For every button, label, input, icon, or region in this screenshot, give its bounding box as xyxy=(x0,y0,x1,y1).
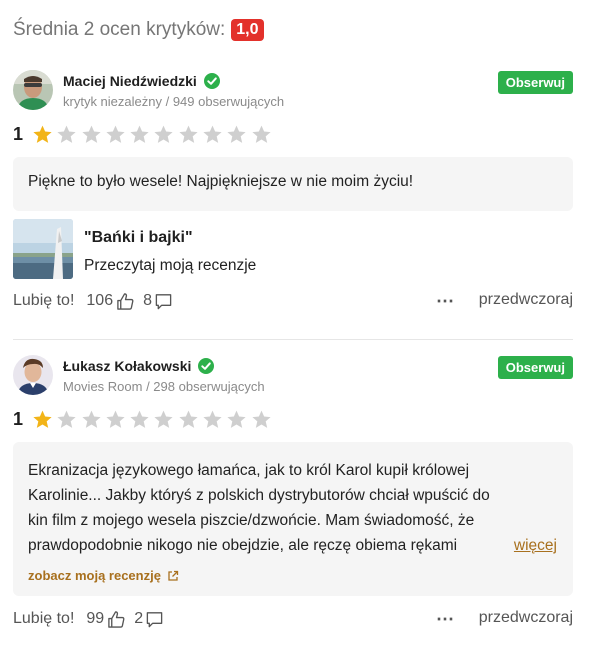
author-name[interactable]: Łukasz Kołakowski xyxy=(63,358,215,374)
star-empty-icon xyxy=(252,410,271,428)
critics-average-label: Średnia 2 ocen krytyków: xyxy=(13,19,226,40)
comment-icon[interactable] xyxy=(145,610,164,629)
star-empty-icon xyxy=(154,410,174,428)
review-footer: Lubię to! 99 2 ⋯ przedwczoraj xyxy=(13,606,573,632)
follow-button[interactable]: Obserwuj xyxy=(497,71,573,94)
rating-value: 1 xyxy=(13,408,24,429)
review-excerpt-line: Ekranizacja językowego łamańca, jak to k… xyxy=(28,462,470,479)
author-row: Łukasz Kołakowski Movies Room / 298 obse… xyxy=(13,355,573,399)
star-empty-icon xyxy=(130,125,149,143)
star-empty-icon xyxy=(252,125,271,143)
rating-row: 1 xyxy=(13,406,573,432)
verified-badge-icon xyxy=(203,73,220,89)
like-button[interactable]: Lubię to! xyxy=(13,610,74,628)
author-name[interactable]: Maciej Niedźwiedzki xyxy=(63,73,220,89)
star-empty-icon xyxy=(57,125,76,143)
comments-count: 8 xyxy=(143,292,152,309)
more-options-icon[interactable]: ⋯ xyxy=(436,609,455,630)
star-empty-icon xyxy=(227,125,246,143)
likes-count: 106 xyxy=(86,292,114,309)
star-filled-icon xyxy=(33,125,52,143)
review-excerpt-line: kin film z mojego wesela piszcie/dzwońci… xyxy=(28,512,475,529)
rating-row: 1 xyxy=(13,121,573,147)
review-excerpt-line: Karolinie... Jakby któryś z polskich dys… xyxy=(28,487,490,504)
external-link-icon xyxy=(168,570,179,581)
see-my-review-link[interactable]: zobacz moją recenzję xyxy=(28,563,558,588)
author-meta: krytyk niezależny / 949 obserwujących xyxy=(63,94,285,109)
star-empty-icon xyxy=(130,410,149,428)
avatar[interactable] xyxy=(13,355,53,395)
star-empty-icon xyxy=(106,410,125,428)
more-options-icon[interactable]: ⋯ xyxy=(436,291,455,312)
comments-count: 2 xyxy=(134,610,144,627)
read-more-link[interactable]: więcej xyxy=(489,533,557,558)
linked-review-card[interactable]: "Bańki i bajki" Przeczytaj moją recenzje xyxy=(13,219,573,281)
thumbs-up-icon[interactable] xyxy=(107,610,126,629)
star-empty-icon xyxy=(154,125,174,143)
star-filled-icon xyxy=(33,410,52,428)
critic-review: Łukasz Kołakowski Movies Room / 298 obse… xyxy=(13,355,573,632)
star-empty-icon xyxy=(106,125,125,143)
star-empty-icon xyxy=(203,410,222,428)
review-excerpt-line: prawdopodobnie nikogo nie obejdzie, ale … xyxy=(28,537,458,554)
author-meta: Movies Room / 298 obserwujących xyxy=(63,379,265,394)
comment-icon[interactable] xyxy=(154,292,173,311)
review-divider xyxy=(13,339,573,340)
star-empty-icon xyxy=(179,125,198,143)
rating-stars xyxy=(32,409,275,430)
star-empty-icon xyxy=(57,410,76,428)
comments[interactable]: 8 xyxy=(143,292,173,311)
critics-average-header: Średnia 2 ocen krytyków: 1,0 xyxy=(13,17,264,43)
critic-review: Maciej Niedźwiedzki krytyk niezależny / … xyxy=(13,70,573,314)
follow-button[interactable]: Obserwuj xyxy=(497,356,573,379)
review-date: przedwczoraj xyxy=(478,291,573,308)
avatar[interactable] xyxy=(13,70,53,110)
star-empty-icon xyxy=(81,410,101,428)
like-button[interactable]: Lubię to! xyxy=(13,292,74,310)
author-row: Maciej Niedźwiedzki krytyk niezależny / … xyxy=(13,70,573,114)
rating-stars xyxy=(32,124,275,145)
review-footer: Lubię to! 106 8 ⋯ przedwczoraj xyxy=(13,288,573,314)
verified-badge-icon xyxy=(198,358,215,374)
linked-review-text: "Bańki i bajki" Przeczytaj moją recenzje xyxy=(84,219,256,281)
review-thumbnail[interactable] xyxy=(13,219,73,279)
review-quote: Piękne to było wesele! Najpiękniejsze w … xyxy=(13,157,573,211)
comments[interactable]: 2 xyxy=(134,610,164,629)
star-empty-icon xyxy=(81,125,101,143)
likes-count: 99 xyxy=(86,610,105,627)
review-excerpt: Ekranizacja językowego łamańca, jak to k… xyxy=(28,458,558,558)
review-date: przedwczoraj xyxy=(478,609,573,626)
star-empty-icon xyxy=(179,410,198,428)
review-quote-text: Piękne to było wesele! Najpiękniejsze w … xyxy=(28,173,414,190)
thumbs-up-icon[interactable] xyxy=(116,292,135,311)
star-empty-icon xyxy=(203,125,222,143)
review-quote: Ekranizacja językowego łamańca, jak to k… xyxy=(13,442,573,596)
average-score-badge: 1,0 xyxy=(231,19,264,41)
linked-review-title[interactable]: "Bańki i bajki" xyxy=(84,229,256,247)
star-empty-icon xyxy=(227,410,246,428)
linked-review-cta[interactable]: Przeczytaj moją recenzje xyxy=(84,257,256,275)
rating-value: 1 xyxy=(13,123,24,144)
